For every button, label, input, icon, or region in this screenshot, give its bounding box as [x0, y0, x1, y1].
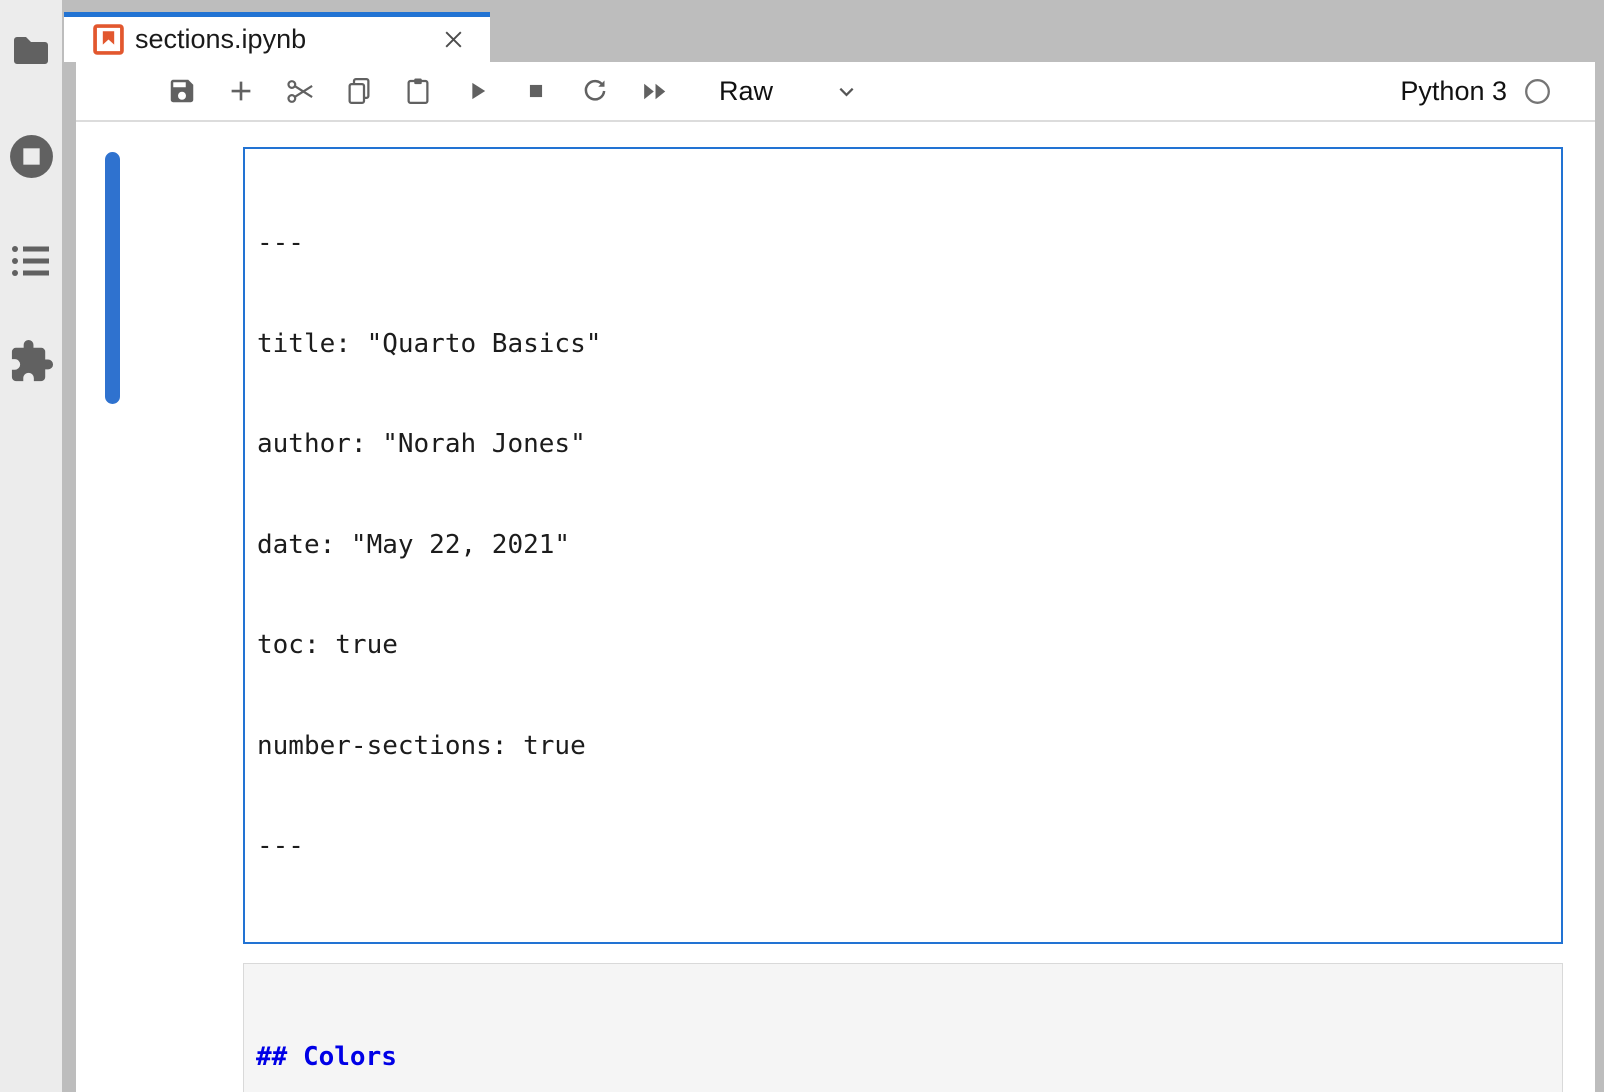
code-line: author: "Norah Jones" — [257, 428, 1549, 462]
kernel-idle-icon — [1524, 78, 1551, 105]
cell-list: --- title: "Quarto Basics" author: "Nora… — [243, 147, 1563, 1092]
run-all-icon[interactable] — [636, 73, 672, 109]
tab-title: sections.ipynb — [135, 24, 436, 55]
save-icon[interactable] — [164, 73, 200, 109]
tab-sections-ipynb[interactable]: sections.ipynb — [64, 12, 490, 62]
cut-cells-icon[interactable] — [282, 73, 318, 109]
add-cell-icon[interactable] — [223, 73, 259, 109]
code-line: toc: true — [257, 629, 1549, 663]
code-line: --- — [257, 227, 1549, 261]
code-line: date: "May 22, 2021" — [257, 529, 1549, 563]
kernel-name: Python 3 — [1400, 76, 1507, 107]
tab-bar: sections.ipynb — [62, 0, 1604, 62]
run-cell-icon[interactable] — [459, 73, 495, 109]
markdown-heading: ## Colors — [256, 1041, 1550, 1075]
extensions-icon[interactable] — [0, 338, 62, 385]
markdown-cell-colors[interactable]: ## Colors - Red - Green - Blue — [243, 963, 1563, 1092]
file-browser-icon[interactable] — [0, 32, 62, 68]
code-line: title: "Quarto Basics" — [257, 328, 1549, 362]
kernel-indicator[interactable]: Python 3 — [1400, 76, 1551, 107]
code-line: number-sections: true — [257, 730, 1549, 764]
cell-type-value: Raw — [719, 76, 773, 107]
notebook-toolbar: Raw Python 3 — [76, 62, 1595, 122]
restart-kernel-icon[interactable] — [577, 73, 613, 109]
left-sidebar — [0, 0, 62, 1092]
sidebar-divider — [62, 0, 76, 1092]
raw-cell-frontmatter[interactable]: --- title: "Quarto Basics" author: "Nora… — [243, 147, 1563, 944]
code-line: --- — [257, 830, 1549, 864]
right-edge-strip — [1595, 0, 1604, 1092]
notebook-icon — [93, 24, 124, 55]
table-of-contents-icon[interactable] — [0, 243, 62, 279]
close-icon[interactable] — [436, 23, 470, 57]
stop-kernel-icon[interactable] — [518, 73, 554, 109]
jupyterlab-window: { "tab": { "title": "sections.ipynb" }, … — [0, 0, 1604, 1092]
chevron-down-icon — [833, 78, 860, 105]
cell-type-dropdown[interactable]: Raw — [719, 76, 860, 107]
copy-cells-icon[interactable] — [341, 73, 377, 109]
active-cell-collapser[interactable] — [105, 152, 120, 404]
running-sessions-icon[interactable] — [0, 133, 62, 180]
notebook-panel: --- title: "Quarto Basics" author: "Nora… — [76, 122, 1595, 1092]
paste-cells-icon[interactable] — [400, 73, 436, 109]
